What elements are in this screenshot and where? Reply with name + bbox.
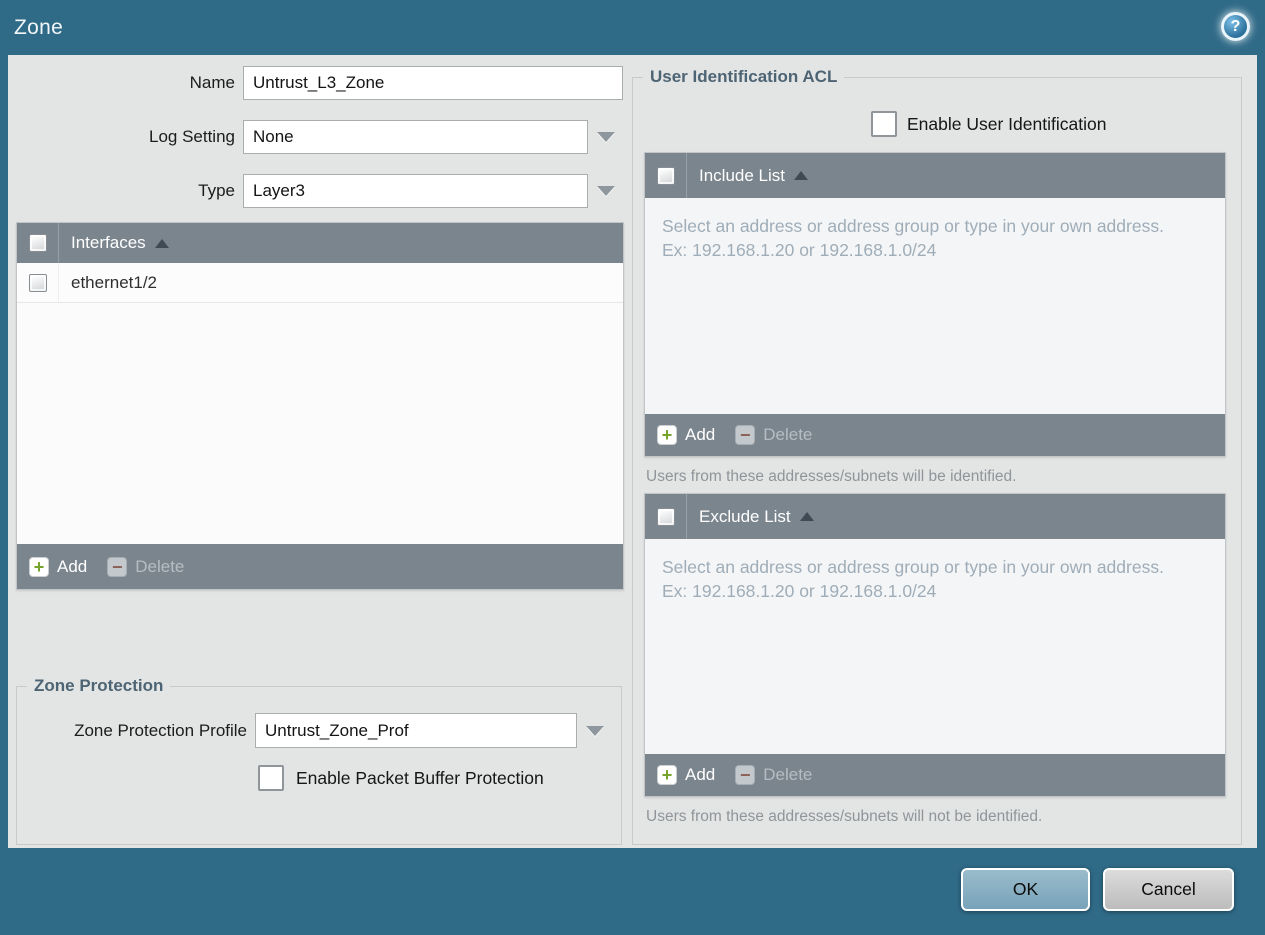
interfaces-column-header: Interfaces <box>71 233 146 252</box>
help-icon-glyph: ? <box>1230 17 1241 35</box>
include-add-button[interactable]: + Add <box>657 425 715 445</box>
include-list-column-header: Include List <box>699 165 785 185</box>
include-list-body: Select an address or address group or ty… <box>645 198 1225 414</box>
name-label: Name <box>189 73 235 92</box>
packet-buffer-protection-checkbox[interactable] <box>258 765 284 791</box>
exclude-list-caption: Users from these addresses/subnets will … <box>646 808 1043 825</box>
dialog-title: Zone <box>14 15 64 39</box>
type-label: Type <box>198 181 235 200</box>
add-button-label: Add <box>57 556 88 576</box>
zone-dialog: Zone ? Name Log Setting None Type Layer3… <box>0 0 1265 935</box>
add-icon: + <box>657 425 677 445</box>
add-button-label: Add <box>685 425 716 444</box>
sort-ascending-icon <box>794 171 808 180</box>
interface-row[interactable]: ethernet1/2 <box>17 263 623 303</box>
chevron-down-icon <box>596 132 615 142</box>
delete-icon: − <box>107 556 128 577</box>
interfaces-table: Interfaces ethernet1/2 + Add − Delete <box>16 222 624 590</box>
exclude-list-toolbar: + Add − Delete <box>645 754 1225 796</box>
chevron-down-icon <box>585 725 604 736</box>
exclude-list-header[interactable]: Exclude List <box>645 494 1225 539</box>
exclude-list-placeholder: Select an address or address group or ty… <box>662 557 1164 602</box>
add-icon: + <box>657 765 677 785</box>
exclude-list-table: Exclude List Select an address or addres… <box>644 493 1226 797</box>
sort-ascending-icon <box>154 238 169 248</box>
interfaces-toolbar: + Add − Delete <box>17 544 623 589</box>
cancel-button[interactable]: Cancel <box>1103 868 1234 911</box>
sort-ascending-icon <box>799 512 814 521</box>
delete-icon: − <box>735 425 756 445</box>
add-icon: + <box>29 556 49 577</box>
select-all-checkbox[interactable] <box>28 234 47 252</box>
log-setting-select[interactable]: None <box>243 120 588 154</box>
include-list-caption: Users from these addresses/subnets will … <box>646 468 1017 485</box>
interfaces-delete-button[interactable]: − Delete <box>107 556 185 577</box>
delete-button-label: Delete <box>763 425 813 444</box>
include-delete-button[interactable]: − Delete <box>735 425 812 445</box>
type-dropdown-button[interactable] <box>588 174 623 208</box>
zone-protection-profile-label: Zone Protection Profile <box>74 721 247 740</box>
include-list-placeholder: Select an address or address group or ty… <box>662 216 1164 261</box>
interfaces-table-empty-area <box>17 303 623 544</box>
zone-protection-profile-dropdown-button[interactable] <box>577 713 612 748</box>
enable-user-identification-label: Enable User Identification <box>907 114 1107 134</box>
interface-row-checkbox[interactable] <box>28 273 47 292</box>
add-button-label: Add <box>685 765 716 784</box>
exclude-list-body: Select an address or address group or ty… <box>645 539 1225 754</box>
exclude-add-button[interactable]: + Add <box>657 765 715 785</box>
ok-button[interactable]: OK <box>961 868 1090 911</box>
interfaces-table-header[interactable]: Interfaces <box>17 223 623 263</box>
include-list-table: Include List Select an address or addres… <box>644 152 1226 457</box>
name-input[interactable] <box>243 66 623 100</box>
interfaces-header-checkbox-cell <box>17 223 59 263</box>
exclude-select-all-checkbox[interactable] <box>656 507 675 526</box>
zone-protection-profile-select[interactable]: Untrust_Zone_Prof <box>255 713 577 748</box>
log-setting-dropdown-button[interactable] <box>588 120 623 154</box>
dialog-titlebar: Zone <box>0 0 1265 55</box>
chevron-down-icon <box>596 186 615 196</box>
include-select-all-checkbox[interactable] <box>656 166 675 185</box>
interfaces-add-button[interactable]: + Add <box>29 556 88 577</box>
interface-name: ethernet1/2 <box>71 272 158 292</box>
interface-row-checkbox-cell <box>17 263 59 302</box>
type-select[interactable]: Layer3 <box>243 174 588 208</box>
include-list-header[interactable]: Include List <box>645 153 1225 198</box>
enable-user-identification-checkbox[interactable] <box>871 111 897 137</box>
include-list-toolbar: + Add − Delete <box>645 414 1225 456</box>
delete-button-label: Delete <box>135 556 185 576</box>
help-icon[interactable]: ? <box>1221 12 1250 41</box>
delete-button-label: Delete <box>763 765 813 784</box>
include-header-checkbox-cell <box>645 153 687 198</box>
delete-icon: − <box>735 765 756 785</box>
exclude-list-column-header: Exclude List <box>699 506 791 526</box>
packet-buffer-protection-label: Enable Packet Buffer Protection <box>296 768 544 788</box>
log-setting-label: Log Setting <box>148 127 235 146</box>
exclude-header-checkbox-cell <box>645 494 687 539</box>
zone-protection-legend: Zone Protection <box>27 676 171 696</box>
exclude-delete-button[interactable]: − Delete <box>735 765 812 785</box>
user-identification-acl-legend: User Identification ACL <box>643 67 845 87</box>
